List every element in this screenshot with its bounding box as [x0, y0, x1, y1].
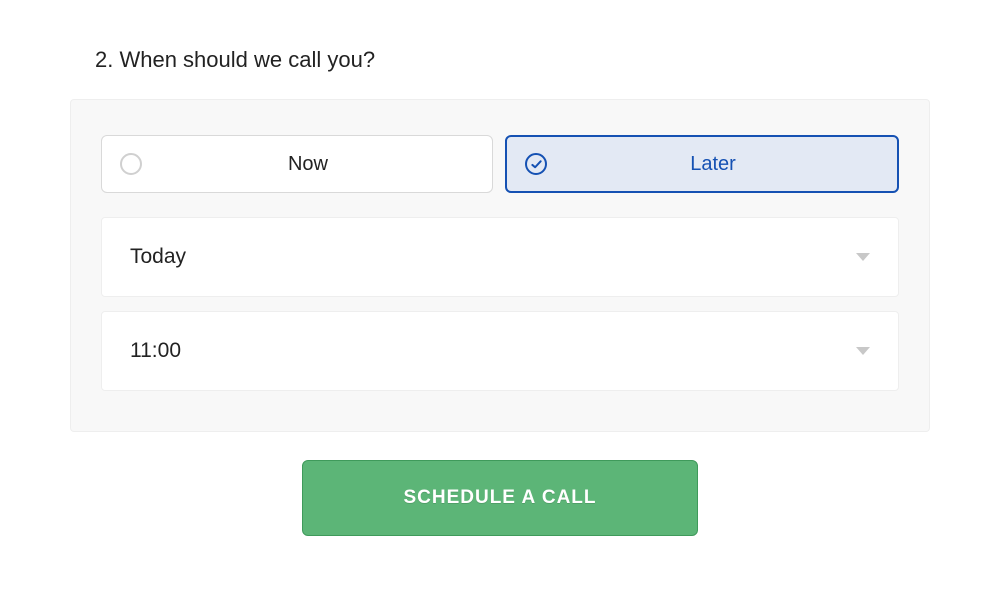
chevron-down-icon [856, 347, 870, 355]
option-later-label: Later [547, 153, 879, 176]
time-select-value: 11:00 [130, 339, 181, 363]
time-select[interactable]: 11:00 [101, 311, 899, 391]
when-toggle-group: Now Later [101, 135, 899, 193]
cta-wrap: SCHEDULE A CALL [70, 460, 930, 536]
chevron-down-icon [856, 253, 870, 261]
option-now-label: Now [142, 153, 474, 176]
radio-unchecked-icon [120, 153, 142, 175]
option-later[interactable]: Later [505, 135, 899, 193]
option-now[interactable]: Now [101, 135, 493, 193]
schedule-panel: Now Later Today 11:00 [70, 99, 930, 432]
date-select-value: Today [130, 245, 186, 269]
date-select[interactable]: Today [101, 217, 899, 297]
section-heading: 2. When should we call you? [95, 47, 930, 73]
radio-checked-icon [525, 153, 547, 175]
schedule-call-button[interactable]: SCHEDULE A CALL [302, 460, 697, 536]
